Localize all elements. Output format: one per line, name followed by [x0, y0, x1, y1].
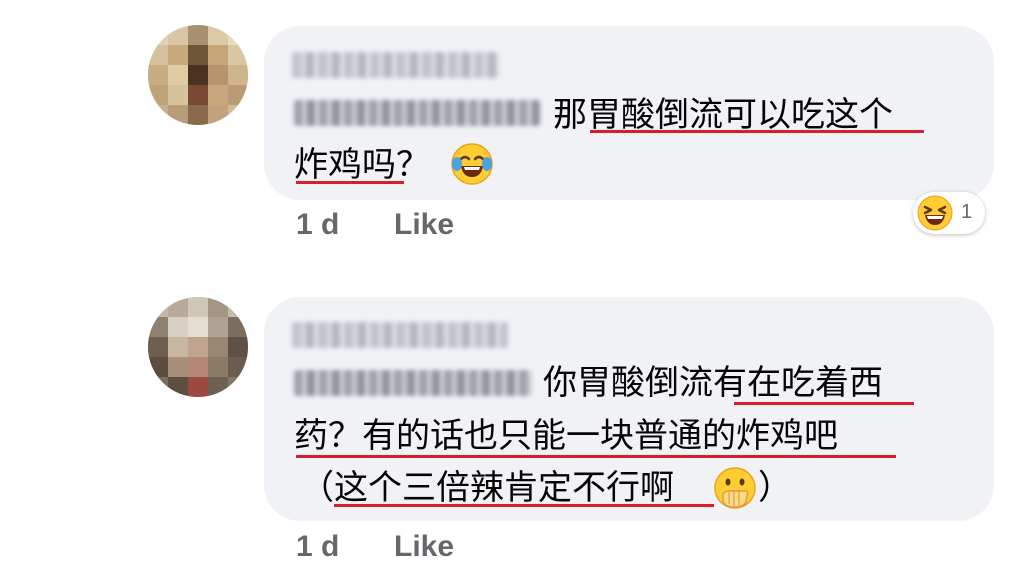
comment-text-line-1: 你胃酸倒流有在吃着西 — [543, 363, 883, 403]
reaction-summary[interactable]: 1 — [913, 192, 985, 234]
comment-text-closing-paren: ） — [758, 468, 792, 508]
like-button[interactable]: Like — [394, 530, 454, 564]
laughing-face-icon — [917, 195, 953, 231]
author-name[interactable] — [292, 52, 500, 78]
face-with-tears-of-joy-icon — [451, 143, 493, 185]
mentioned-user[interactable] — [294, 370, 532, 396]
underline — [334, 504, 714, 507]
underline — [296, 455, 896, 458]
comment-text-line-2: 药？有的话也只能一块普通的炸鸡吧 — [294, 416, 838, 456]
timestamp[interactable]: 1 d — [296, 208, 339, 242]
reaction-count: 1 — [961, 201, 973, 223]
mentioned-user[interactable] — [294, 100, 540, 126]
timestamp[interactable]: 1 d — [296, 530, 339, 564]
face-with-hand-over-mouth-icon — [714, 467, 756, 509]
underline — [296, 181, 404, 184]
underline — [734, 402, 914, 405]
avatar[interactable] — [148, 297, 248, 397]
author-name[interactable] — [292, 322, 508, 348]
underline — [590, 130, 924, 133]
like-button[interactable]: Like — [394, 208, 454, 242]
avatar[interactable] — [148, 25, 248, 125]
